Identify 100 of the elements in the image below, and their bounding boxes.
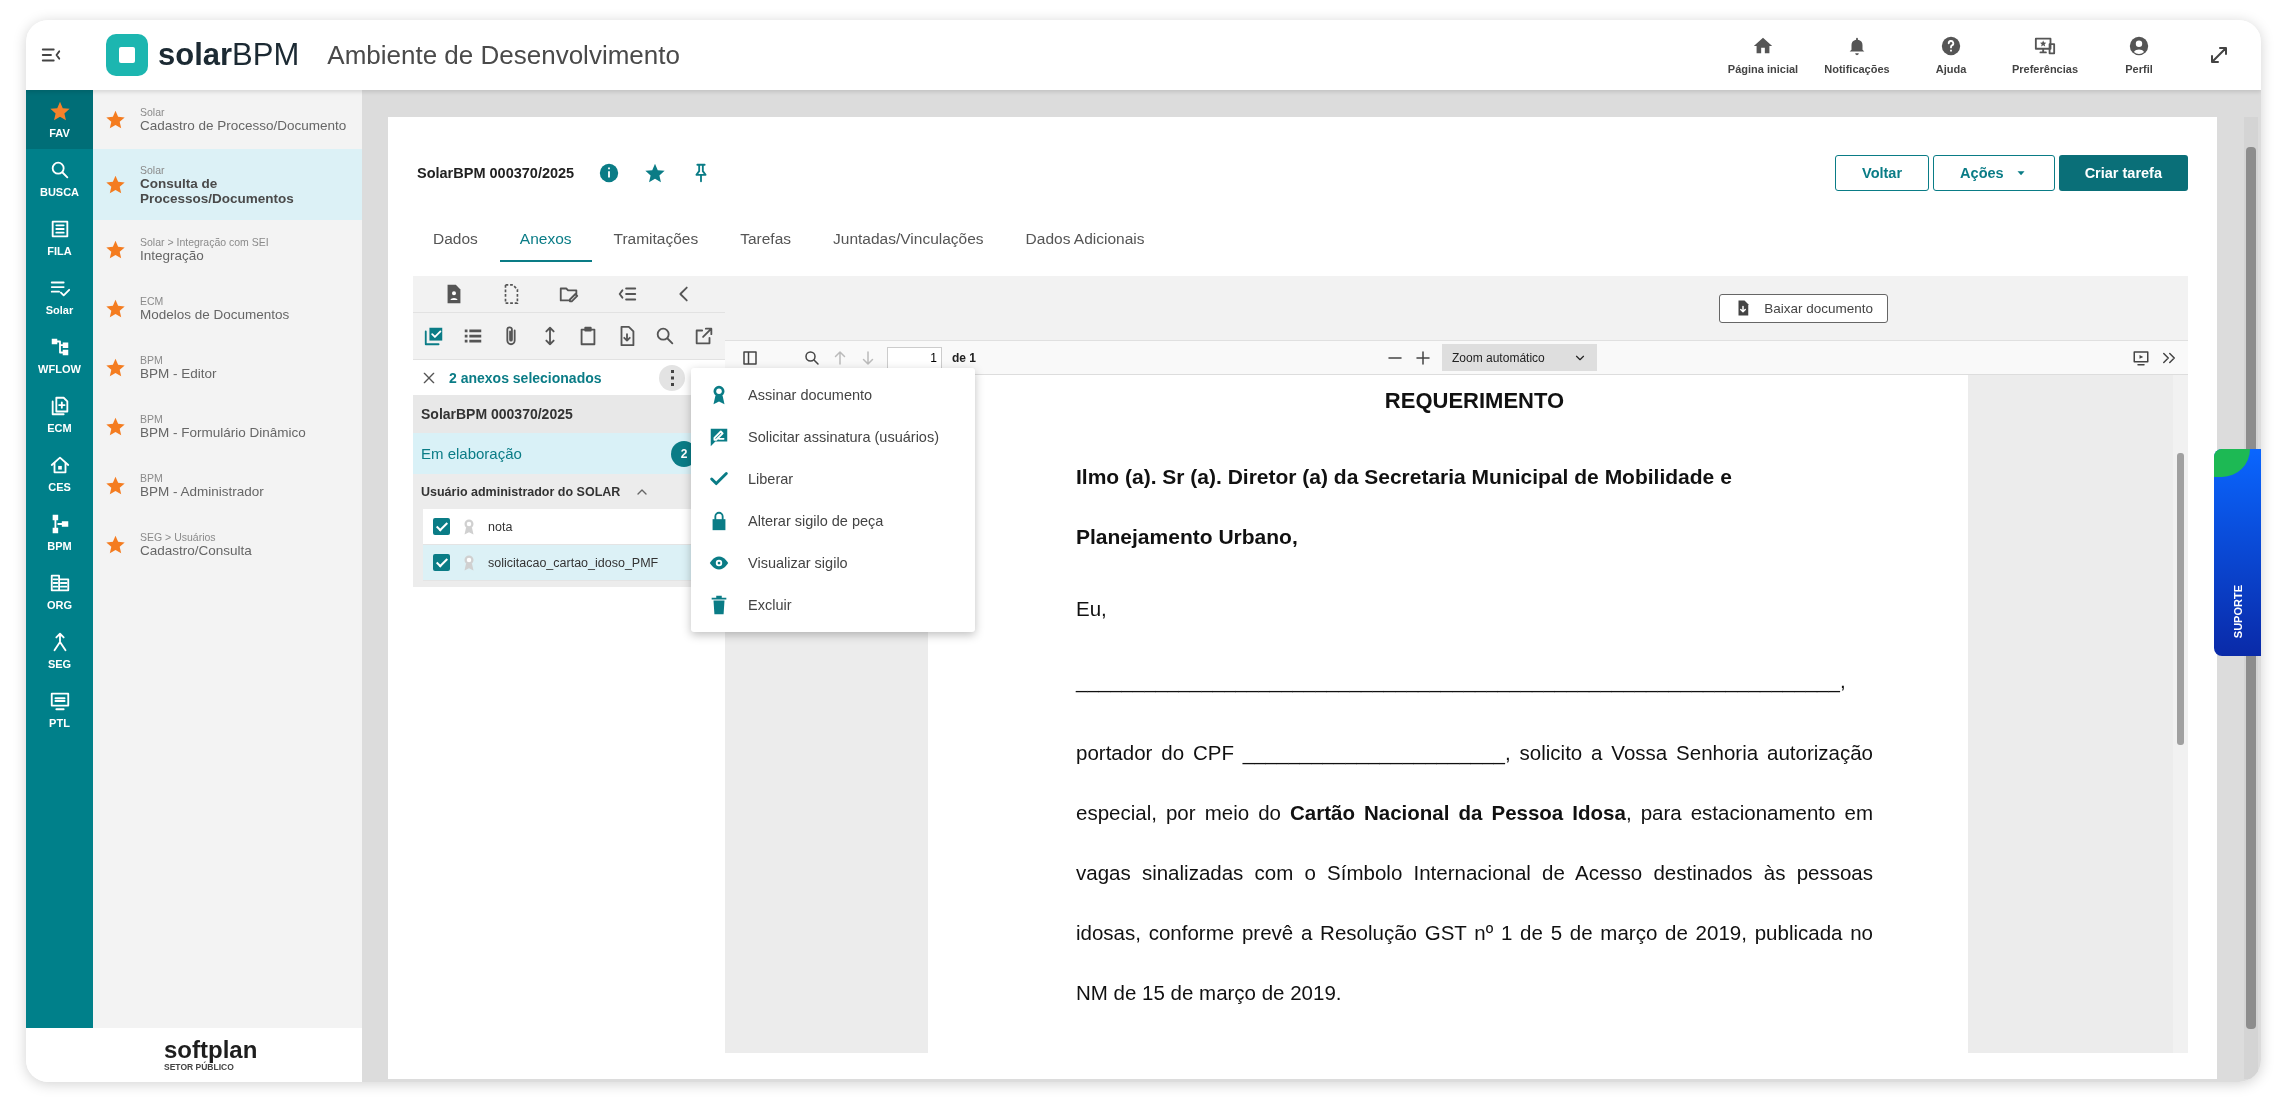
scrollbar[interactable] [2173,375,2188,1053]
star-icon [105,475,126,496]
favorite-title: Consulta de Processos/Documentos [140,175,295,206]
rail-item[interactable]: ECM [26,385,93,444]
star-icon [105,416,126,437]
nav-button[interactable]: Perfil [2099,35,2179,75]
nav-button[interactable]: Preferências [2005,35,2085,75]
favorite-title: BPM - Formulário Dinâmico [140,425,306,440]
action-button[interactable]: Ações [1933,155,2055,191]
brand-subtitle: SETOR PÚBLICO [164,1062,234,1072]
rail-item[interactable]: FILA [26,208,93,267]
zoom-select[interactable]: Zoom automático [1442,344,1597,371]
favorite-item[interactable]: Solar Consulta de Processos/Documentos [93,149,362,220]
menu-item[interactable]: Assinar documento [691,374,975,416]
building-icon [48,572,71,594]
file-name: solicitacao_cartao_idoso_PMF [488,555,659,570]
brand-wordmark: softplan [164,1038,258,1062]
status-label: Em elaboração [421,445,522,462]
action-button[interactable]: Criar tarefa [2058,155,2188,191]
user-group-label: Usuário administrador do SOLAR [421,484,621,499]
favorite-path: ECM [140,295,165,307]
star-icon [105,298,126,319]
rail-item[interactable]: SEG [26,621,93,680]
favorite-item[interactable]: SEG > Usuários Cadastro/Consulta [93,515,362,574]
star-icon [48,100,71,122]
rail-item[interactable]: Solar [26,267,93,326]
favorite-item[interactable]: BPM BPM - Editor [93,338,362,397]
scrollbar[interactable] [2244,656,2258,1079]
dots-vertical-icon [670,369,674,386]
nav-button[interactable]: Página inicial [1723,35,1803,75]
logo-icon [106,34,148,76]
tab[interactable]: Juntadas/Vinculações [813,217,1004,262]
favorite-title: Cadastro de Processo/Documento [140,118,347,133]
scrollbar[interactable] [2244,117,2258,449]
tab[interactable]: Tarefas [720,217,812,262]
rail-item[interactable]: CES [26,444,93,503]
checkbox[interactable] [433,554,450,571]
rail-item[interactable]: PTL [26,680,93,739]
document-title: REQUERIMENTO [1383,387,1566,415]
house-icon [48,454,71,476]
person-icon [2128,35,2150,57]
rail-item[interactable]: BUSCA [26,149,93,208]
checkbox[interactable] [433,518,450,535]
star-icon [105,109,126,130]
menu-item-label: Alterar sigilo de peça [748,513,884,529]
favorite-path: BPM [140,354,164,366]
star-icon [105,357,126,378]
nav-button[interactable]: Ajuda [1911,35,1991,75]
page-total: de 1 [952,350,976,365]
favorite-title: Cadastro/Consulta [140,543,252,558]
info-icon[interactable] [598,162,621,184]
document-paragraph: Ilmo (a). Sr (a). Diretor (a) da Secretaria Municipal de Mobilidade e Planejamento Urbano, [1076,464,1733,550]
favorite-title: Integração [140,248,205,263]
rail-item[interactable]: WFLOW [26,326,93,385]
pen-bubble-icon [708,426,730,448]
rail-item[interactable]: BPM [26,503,93,562]
menu-item[interactable]: Excluir [691,584,975,626]
document-paragraph: ___________________________________________________________________, [1076,668,1847,695]
favorite-item[interactable]: BPM BPM - Formulário Dinâmico [93,397,362,456]
page-number-field[interactable]: 1 [887,346,942,369]
tab[interactable]: Tramitações [593,217,719,262]
favorite-item[interactable]: Solar > Integração com SEI Integração [93,220,362,279]
plus-icon[interactable] [1414,348,1432,367]
rail-item[interactable]: FAV [26,90,93,149]
favorite-title: BPM - Editor [140,366,217,381]
menu-item-label: Excluir [748,597,792,613]
favorite-path: Solar [140,106,166,118]
rail-item[interactable]: ORG [26,562,93,621]
tab[interactable]: Dados Adicionais [1005,217,1165,262]
favorite-path: Solar > Integração com SEI [140,236,269,248]
favorite-path: SEG > Usuários [140,531,217,543]
download-button[interactable]: Baixar documento [1719,293,1888,323]
star-icon [105,239,126,260]
star-icon[interactable] [644,162,667,184]
favorite-title: BPM - Administrador [140,484,264,499]
selection-count: 2 anexos selecionados [449,369,602,386]
favorite-title: Modelos de Documentos [140,307,290,322]
favorite-path: BPM [140,413,164,425]
presentation-icon[interactable] [2132,348,2150,367]
support-tab[interactable]: SUPORTE [2214,449,2261,656]
favorite-path: BPM [140,472,164,484]
help-icon [1940,35,1962,57]
search-icon[interactable] [803,348,821,367]
menu-item-label: Assinar documento [748,387,873,403]
logo-wordmark: solarBPM [158,37,300,73]
document-paragraph: Eu, [1076,596,1108,622]
favorite-item[interactable]: ECM Modelos de Documentos [93,279,362,338]
nav-button[interactable]: Notificações [1817,35,1897,75]
tab[interactable]: Dados [413,217,498,262]
action-button[interactable]: Voltar [1835,155,1930,191]
monitor-icon [48,690,71,712]
sidebar-icon[interactable] [741,348,759,367]
favorite-path: Solar [140,163,166,176]
environment-title: Ambiente de Desenvolvimento [327,39,680,71]
favorite-item[interactable]: Solar Cadastro de Processo/Documento [93,90,362,149]
more-button[interactable] [659,364,685,391]
favorite-item[interactable]: BPM BPM - Administrador [93,456,362,515]
process-title: SolarBPM 000370/2025 [417,165,575,181]
tab[interactable]: Anexos [499,217,592,262]
checkbox-stack-icon[interactable] [423,325,445,347]
